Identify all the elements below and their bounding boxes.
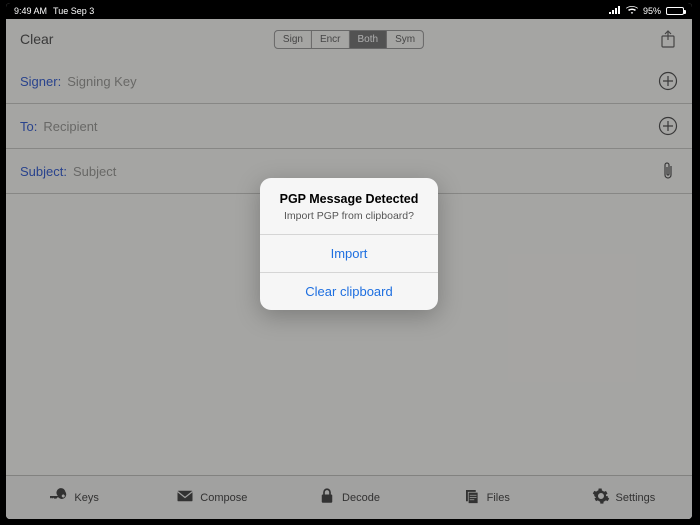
wifi-icon (626, 6, 638, 17)
signer-field[interactable]: Signing Key (67, 74, 658, 89)
segment-encr[interactable]: Encr (312, 31, 350, 48)
tab-keys-label: Keys (74, 492, 98, 504)
tab-files-label: Files (487, 492, 510, 504)
clear-button[interactable]: Clear (20, 31, 53, 47)
tab-compose[interactable]: Compose (143, 476, 280, 519)
key-icon (50, 487, 68, 508)
cellular-icon (609, 6, 621, 16)
battery-percent: 95% (643, 6, 661, 16)
tab-bar: Keys Compose Decode Files Settings (6, 475, 692, 519)
files-icon (463, 487, 481, 508)
add-signer-icon[interactable] (658, 71, 678, 91)
tab-settings[interactable]: Settings (555, 476, 692, 519)
tab-decode[interactable]: Decode (280, 476, 417, 519)
tab-files[interactable]: Files (418, 476, 555, 519)
segment-both[interactable]: Both (350, 31, 388, 48)
attachment-icon[interactable] (658, 161, 678, 181)
clear-clipboard-button[interactable]: Clear clipboard (260, 272, 438, 310)
import-button[interactable]: Import (260, 234, 438, 272)
envelope-icon (176, 487, 194, 508)
subject-label: Subject: (20, 164, 67, 179)
battery-icon (666, 7, 684, 15)
compose-toolbar: Clear Sign Encr Both Sym (6, 19, 692, 59)
signer-row[interactable]: Signer: Signing Key (6, 59, 692, 104)
segment-sym[interactable]: Sym (387, 31, 423, 48)
tab-compose-label: Compose (200, 492, 247, 504)
to-row[interactable]: To: Recipient (6, 104, 692, 149)
app-window: 9:49 AM Tue Sep 3 95% Clear Sign Encr Bo… (6, 3, 692, 519)
tab-keys[interactable]: Keys (6, 476, 143, 519)
segment-sign[interactable]: Sign (275, 31, 312, 48)
gear-icon (592, 487, 610, 508)
alert-message: Import PGP from clipboard? (272, 210, 426, 222)
add-recipient-icon[interactable] (658, 116, 678, 136)
mode-segmented-control[interactable]: Sign Encr Both Sym (274, 30, 424, 49)
tab-settings-label: Settings (616, 492, 656, 504)
status-bar: 9:49 AM Tue Sep 3 95% (6, 3, 692, 19)
alert-title: PGP Message Detected (272, 192, 426, 206)
lock-icon (318, 487, 336, 508)
tab-decode-label: Decode (342, 492, 380, 504)
alert-dialog: PGP Message Detected Import PGP from cli… (260, 178, 438, 310)
signer-label: Signer: (20, 74, 61, 89)
status-date: Tue Sep 3 (53, 6, 94, 16)
share-icon[interactable] (658, 29, 678, 49)
subject-field[interactable]: Subject (73, 164, 658, 179)
to-field[interactable]: Recipient (43, 119, 658, 134)
status-time: 9:49 AM (14, 6, 47, 16)
to-label: To: (20, 119, 37, 134)
